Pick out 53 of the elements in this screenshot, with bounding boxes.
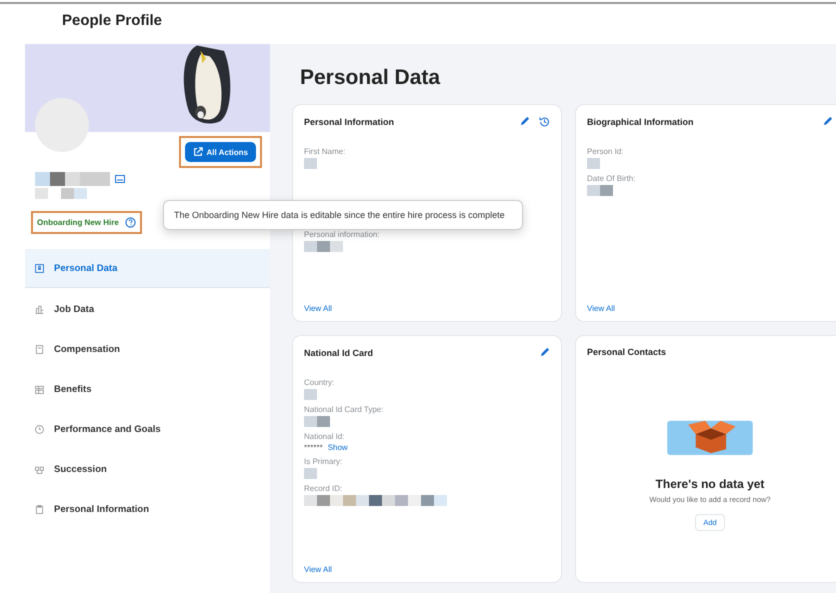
section-icon (34, 384, 45, 394)
history-icon[interactable] (539, 116, 550, 127)
redacted-value (304, 416, 330, 427)
section-icon (34, 464, 45, 474)
redacted-value (304, 158, 317, 169)
field-label: Personal information: (304, 230, 381, 239)
field-label: Is Primary: (304, 457, 344, 466)
card-title: Personal Information (304, 116, 394, 126)
view-all-link[interactable]: View All (304, 304, 550, 313)
field-label: Date Of Birth: (587, 174, 636, 183)
section-title: Personal Data (300, 66, 442, 90)
sidebar-item[interactable]: Benefits (25, 370, 270, 408)
card-title: National Id Card (304, 348, 374, 358)
field-label: Record ID: (304, 484, 344, 493)
section-icon (34, 424, 45, 434)
field-label: Country: (304, 378, 336, 387)
view-all-link[interactable]: View All (587, 304, 833, 313)
redacted-value (587, 185, 613, 196)
pencil-icon[interactable] (539, 347, 550, 358)
sidebar-item[interactable]: Succession (25, 450, 270, 488)
show-link[interactable]: Show (328, 443, 348, 452)
field-label: Person Id: (587, 147, 624, 156)
field-label: National Id: (304, 432, 346, 441)
page-title: People Profile (62, 11, 164, 29)
all-actions-button[interactable]: All Actions (184, 142, 256, 162)
redacted-title (35, 188, 87, 199)
redacted-value (304, 241, 343, 252)
tooltip: The Onboarding New Hire data is editable since the entire hire process is complete (163, 200, 523, 230)
card-icon (115, 175, 125, 183)
pencil-icon[interactable] (519, 116, 530, 127)
field-label: National Id Card Type: (304, 405, 384, 414)
card-title: Personal Contacts (587, 347, 666, 357)
field-label: First Name: (304, 147, 346, 156)
help-icon[interactable] (124, 216, 136, 228)
card-title: Biographical Information (587, 116, 694, 126)
status-label: Onboarding New Hire (37, 218, 119, 226)
redacted-value (587, 158, 600, 169)
redacted-value (304, 468, 317, 479)
sidebar-item[interactable]: Performance and Goals (25, 410, 270, 448)
sidebar-item[interactable]: Job Data (25, 290, 270, 328)
section-icon (34, 344, 45, 354)
sidebar-item[interactable]: Personal Information (25, 490, 270, 528)
section-icon (34, 304, 45, 314)
open-external-icon (192, 147, 203, 157)
redacted-value (304, 389, 317, 400)
view-all-link[interactable]: View All (304, 565, 550, 574)
empty-state-title: There's no data yet (656, 477, 764, 491)
pencil-icon[interactable] (822, 116, 833, 127)
sidebar-item[interactable]: Compensation (25, 330, 270, 368)
sidebar-item[interactable]: Personal Data (25, 249, 270, 288)
masked-value: ****** (304, 443, 323, 452)
section-icon (34, 262, 45, 274)
section-icon (34, 504, 45, 514)
